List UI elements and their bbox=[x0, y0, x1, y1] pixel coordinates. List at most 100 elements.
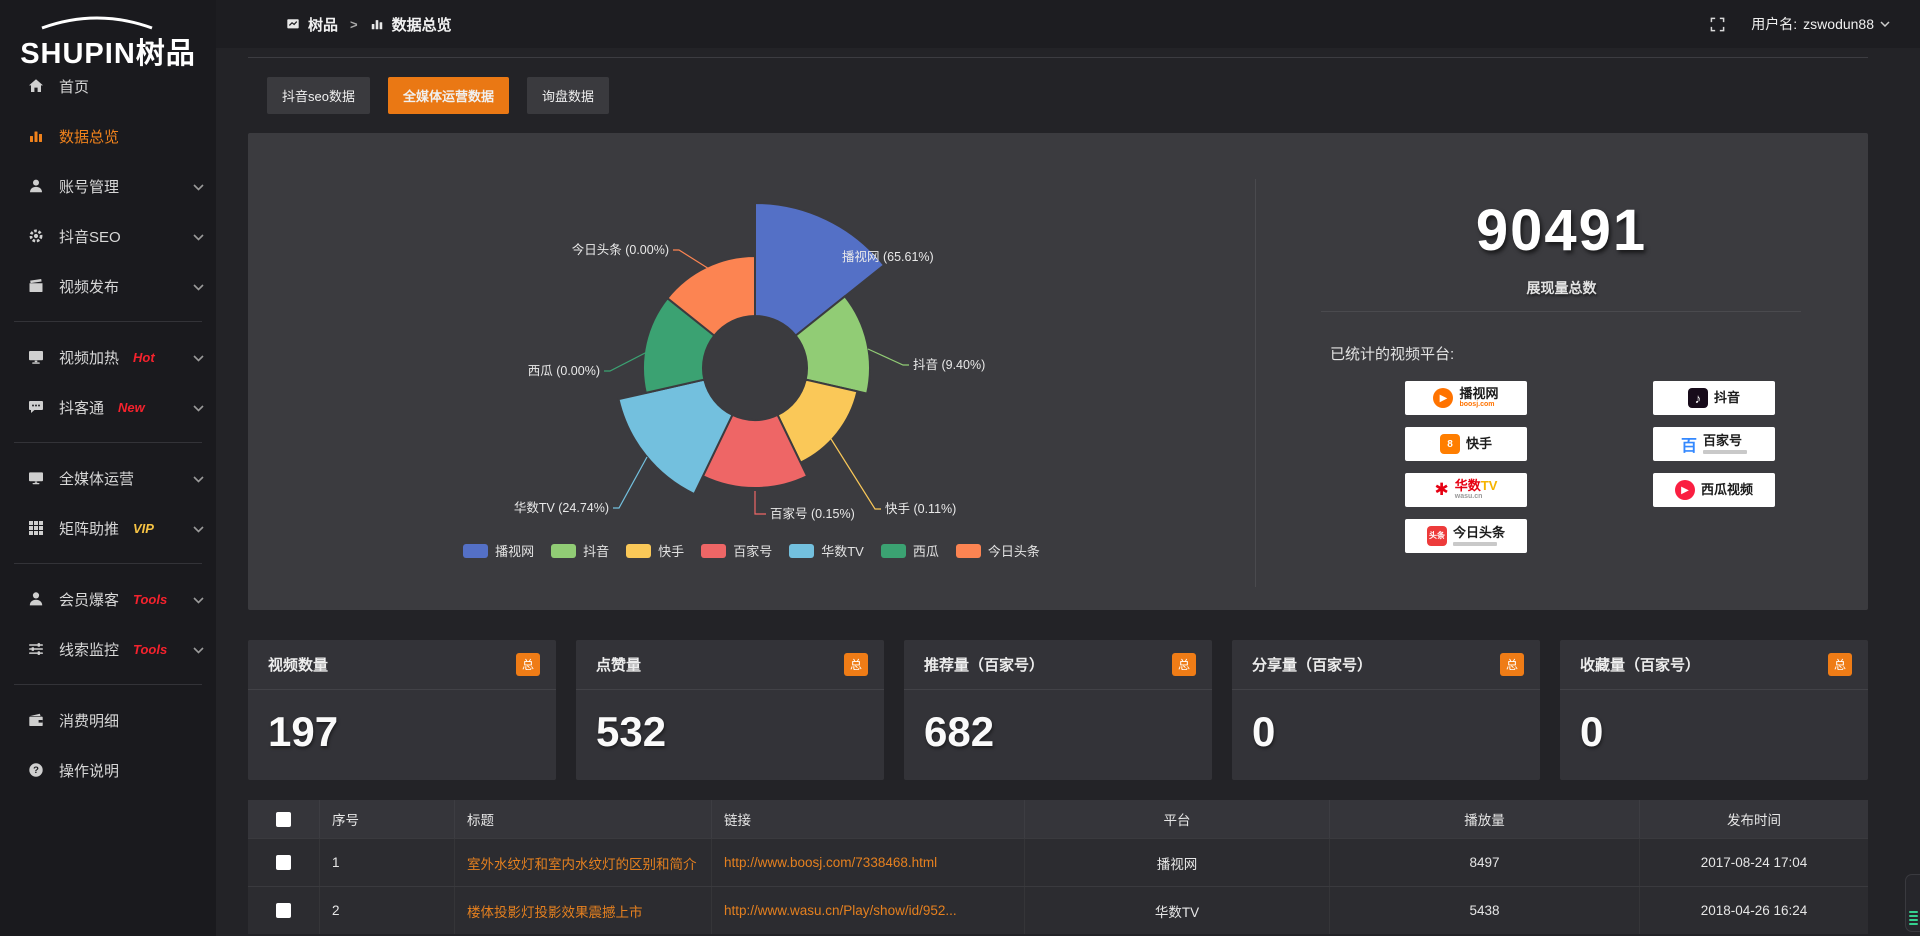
sidebar-item-4[interactable]: 视频发布 bbox=[0, 261, 216, 311]
tab-2[interactable]: 询盘数据 bbox=[527, 77, 609, 114]
row-checkbox[interactable] bbox=[276, 855, 291, 870]
legend-item-华数TV[interactable]: 华数TV bbox=[789, 541, 864, 560]
sidebar-item-2[interactable]: 账号管理 bbox=[0, 161, 216, 211]
sidebar-item-12[interactable]: ? 操作说明 bbox=[0, 745, 216, 795]
topbar: 树品>数据总览 用户名: zswodun88 bbox=[216, 0, 1920, 48]
table-cell: 2017-08-24 17:04 bbox=[1640, 839, 1868, 886]
breadcrumb-item[interactable]: 数据总览 bbox=[392, 14, 452, 35]
summary-divider bbox=[1321, 311, 1801, 312]
table-cell bbox=[248, 839, 320, 886]
home-icon bbox=[28, 78, 44, 94]
platform-sub-bar bbox=[1703, 450, 1747, 454]
member-icon bbox=[28, 591, 44, 607]
legend-item-抖音[interactable]: 抖音 bbox=[551, 541, 609, 560]
select-all-checkbox[interactable] bbox=[276, 812, 291, 827]
legend-item-快手[interactable]: 快手 bbox=[626, 541, 684, 560]
video-url-link[interactable]: http://www.wasu.cn/Play/show/id/952... bbox=[712, 887, 1025, 934]
gear-icon bbox=[28, 228, 44, 244]
screen-icon bbox=[28, 470, 44, 486]
platform-pill-播视网: ▶ 播视网boosj.com bbox=[1405, 381, 1527, 415]
chevron-down-icon bbox=[1880, 21, 1890, 27]
chevron-down-icon bbox=[193, 470, 204, 487]
sidebar-item-3[interactable]: 抖音SEO bbox=[0, 211, 216, 261]
sidebar-item-label: 抖客通 bbox=[59, 397, 104, 418]
sidebar-item-11[interactable]: 消费明细 bbox=[0, 695, 216, 745]
sidebar-divider bbox=[14, 563, 202, 564]
sidebar-divider bbox=[14, 442, 202, 443]
legend-label: 抖音 bbox=[583, 541, 609, 560]
sidebar-item-1[interactable]: 数据总览 bbox=[0, 111, 216, 161]
stat-card-3: 分享量（百家号）总0 bbox=[1232, 640, 1540, 780]
sidebar: SHUPIN树品 首页数据总览账号管理抖音SEO视频发布视频加热Hot抖客通Ne… bbox=[0, 0, 216, 936]
impressions-summary: 90491 展现量总数 已统计的视频平台: ▶播视网boosj.com8快手✱华… bbox=[1255, 133, 1868, 610]
row-checkbox[interactable] bbox=[276, 903, 291, 918]
sidebar-item-0[interactable]: 首页 bbox=[0, 61, 216, 111]
table-row-0: 1室外水纹灯和室内水纹灯的区别和简介http://www.boosj.com/7… bbox=[248, 838, 1868, 886]
legend-label: 百家号 bbox=[733, 541, 772, 560]
help-icon: ? bbox=[28, 762, 44, 778]
sidebar-item-9[interactable]: 会员爆客Tools bbox=[0, 574, 216, 624]
sidebar-item-7[interactable]: 全媒体运营 bbox=[0, 453, 216, 503]
table-cell: 华数TV bbox=[1025, 887, 1330, 934]
boosj-logo-icon: ▶ bbox=[1433, 388, 1453, 408]
widget-stripe bbox=[1909, 919, 1918, 921]
legend-swatch bbox=[956, 544, 981, 558]
table-row-1: 2楼体投影灯投影效果震撼上市http://www.wasu.cn/Play/sh… bbox=[248, 886, 1868, 934]
legend-swatch bbox=[701, 544, 726, 558]
side-float-widget[interactable] bbox=[1905, 874, 1920, 932]
stat-card-4: 收藏量（百家号）总0 bbox=[1560, 640, 1868, 780]
stat-title: 点赞量 bbox=[596, 654, 641, 675]
table-header-cell: 平台 bbox=[1025, 800, 1330, 838]
douyin-logo-icon: ♪ bbox=[1688, 388, 1708, 408]
sidebar-item-label: 抖音SEO bbox=[59, 226, 121, 247]
chevron-down-icon bbox=[193, 278, 204, 295]
sidebar-item-label: 矩阵助推 bbox=[59, 518, 119, 539]
legend-item-播视网[interactable]: 播视网 bbox=[463, 541, 534, 560]
table-header-cell: 链接 bbox=[712, 800, 1025, 838]
legend-swatch bbox=[551, 544, 576, 558]
total-badge: 总 bbox=[516, 653, 540, 676]
username-prefix: 用户名: bbox=[1751, 14, 1797, 34]
sidebar-item-10[interactable]: 线索监控Tools bbox=[0, 624, 216, 674]
video-url-link[interactable]: http://www.boosj.com/7338468.html bbox=[712, 839, 1025, 886]
sidebar-item-label: 数据总览 bbox=[59, 126, 119, 147]
video-title-link[interactable]: 楼体投影灯投影效果震撼上市 bbox=[455, 887, 712, 934]
total-badge: 总 bbox=[844, 653, 868, 676]
platform-sub: boosj.com bbox=[1459, 401, 1494, 409]
breadcrumb-item[interactable]: 树品 bbox=[308, 14, 338, 35]
xigua-logo-icon: ▶ bbox=[1675, 480, 1695, 500]
legend-item-今日头条[interactable]: 今日头条 bbox=[956, 541, 1040, 560]
sidebar-item-6[interactable]: 抖客通New bbox=[0, 382, 216, 432]
platform-name: 西瓜视频 bbox=[1701, 483, 1753, 497]
user-menu[interactable]: 用户名: zswodun88 bbox=[1751, 14, 1890, 34]
pie-slice-label: 播视网 (65.61%) bbox=[842, 249, 934, 264]
platform-pill-今日头条: 头条今日头条 bbox=[1405, 519, 1527, 553]
platform-name: 今日头条 bbox=[1453, 526, 1505, 540]
pie-slice-label: 百家号 (0.15%) bbox=[770, 506, 855, 521]
chat-icon bbox=[28, 399, 44, 415]
pie-slice-label: 今日头条 (0.00%) bbox=[572, 242, 669, 257]
stat-title: 推荐量（百家号） bbox=[924, 654, 1044, 675]
platform-name: 抖音 bbox=[1714, 391, 1740, 405]
tab-1[interactable]: 全媒体运营数据 bbox=[388, 77, 509, 114]
video-title-link[interactable]: 室外水纹灯和室内水纹灯的区别和简介 bbox=[455, 839, 712, 886]
legend-item-西瓜[interactable]: 西瓜 bbox=[881, 541, 939, 560]
sidebar-item-label: 操作说明 bbox=[59, 760, 119, 781]
platform-pill-百家号: 百百家号 bbox=[1653, 427, 1775, 461]
sidebar-item-5[interactable]: 视频加热Hot bbox=[0, 332, 216, 382]
platform-name: 百家号 bbox=[1703, 434, 1742, 448]
username-value: zswodun88 bbox=[1803, 16, 1874, 32]
stat-title: 视频数量 bbox=[268, 654, 328, 675]
platform-name: 播视网 bbox=[1459, 387, 1498, 401]
fullscreen-icon[interactable] bbox=[1710, 17, 1725, 32]
legend-item-百家号[interactable]: 百家号 bbox=[701, 541, 772, 560]
stat-value: 682 bbox=[904, 690, 1212, 756]
sidebar-item-8[interactable]: 矩阵助推VIP bbox=[0, 503, 216, 553]
sidebar-item-label: 消费明细 bbox=[59, 710, 119, 731]
platform-name: 快手 bbox=[1466, 437, 1492, 451]
platform-list-left: ▶播视网boosj.com8快手✱华数TVwasu.cn头条今日头条 bbox=[1405, 381, 1527, 553]
impressions-total-label: 展现量总数 bbox=[1255, 278, 1868, 298]
tab-0[interactable]: 抖音seo数据 bbox=[267, 77, 370, 114]
stat-value: 0 bbox=[1560, 690, 1868, 756]
pie-label-line bbox=[613, 457, 647, 508]
